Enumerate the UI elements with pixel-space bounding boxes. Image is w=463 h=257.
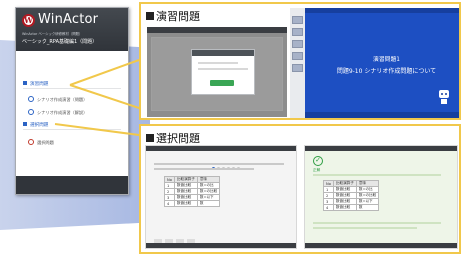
menu-item-label: 選択問題 [37, 140, 54, 145]
table-cell: 数値比較 [332, 204, 357, 211]
table-cell: 数=の比較 [355, 192, 380, 199]
question-text-line [154, 163, 284, 165]
exercise-card-title: 演習問題 [146, 8, 200, 24]
table-cell: 4 [323, 204, 334, 211]
question-text-line [154, 168, 254, 170]
course-panel: W WinActor WinActor ベーシック研修教材（問題） ベーシック_… [15, 7, 129, 195]
quiz-footer [146, 243, 296, 248]
folder-icon [23, 81, 27, 85]
answer-label: 正解 [313, 168, 321, 172]
quiz-titlebar [305, 146, 457, 151]
slide-statusbar [305, 112, 459, 118]
menu-item-label: シナリオ作成演習（解説） [37, 110, 88, 115]
section-exercise[interactable]: 演習問題 [23, 81, 48, 87]
dialog-text-line [198, 68, 248, 70]
menu-item-scenario-answer[interactable]: シナリオ作成演習（解説） [28, 109, 87, 116]
menu-item-scenario-problem[interactable]: シナリオ作成演習（問題） [28, 96, 87, 103]
quiz-titlebar [146, 146, 296, 151]
table-header: 比較演算子 [332, 180, 357, 187]
table-header: 比較演算子 [173, 176, 198, 183]
dialog-ok-button[interactable] [210, 80, 234, 86]
app-header: W WinActor WinActor ベーシック研修教材（問題） ベーシック_… [16, 8, 128, 51]
slide-viewer[interactable]: 演習問題1 問題9-10 シナリオ作成問題について [290, 8, 459, 118]
answer-text-line [313, 174, 441, 176]
choice-card-title-text: 選択問題 [156, 132, 200, 145]
dialog-screenshot[interactable] [147, 27, 287, 117]
robot-icon [439, 90, 449, 104]
menu-item-label: シナリオ作成演習（問題） [37, 97, 88, 102]
document-icon [28, 109, 34, 115]
quiz-question-screenshot[interactable]: No 比較演算子 意味 1 数値比較 数=の比 2 数値比較 数=の比較 3 数値比較 数=以下… [145, 145, 297, 249]
question-progress [212, 155, 242, 170]
section-exercise-label: 演習問題 [30, 82, 49, 87]
slide-subtitle: 問題9-10 シナリオ作成問題について [336, 68, 437, 75]
slide-title: 演習問題1 [373, 57, 400, 63]
choice-card-title: 選択問題 [146, 130, 200, 146]
slide-toolbar [305, 8, 459, 13]
table-cell: 数=の比較 [196, 188, 221, 195]
slide-thumbnail[interactable] [292, 52, 303, 60]
course-breadcrumb: WinActor ベーシック研修教材（問題） [22, 32, 83, 36]
folder-icon [23, 122, 27, 126]
slide-thumbnail[interactable] [292, 64, 303, 72]
winactor-logo-icon: W [22, 14, 35, 27]
section-choice[interactable]: 選択問題 [23, 122, 48, 128]
window-titlebar [147, 27, 287, 33]
exercise-card-title-text: 演習問題 [156, 10, 200, 23]
document-icon [28, 96, 34, 102]
slide-thumbnail[interactable] [292, 40, 303, 48]
pencil-icon [28, 139, 34, 145]
menu-item-choice-question[interactable]: 選択問題 [28, 139, 54, 146]
quiz-footer [305, 243, 457, 248]
quiz-answer-screenshot[interactable]: ✓ 正解 No 比較演算子 意味 1 数値比較 数=の比 2 数値比較 数=の比較 3 数値比… [304, 145, 458, 249]
table-cell: 数 [196, 200, 221, 207]
title-marker-icon [146, 134, 154, 142]
title-marker-icon [146, 12, 154, 20]
explanation-text [313, 220, 449, 234]
slide-thumbnail[interactable] [292, 16, 303, 24]
check-circle-icon: ✓ [313, 156, 323, 166]
divider [23, 88, 121, 89]
slide-thumbnail[interactable] [292, 28, 303, 36]
course-title: ベーシック_RPA基礎編1（問題） [22, 39, 98, 45]
dialog-header [192, 50, 254, 56]
answer-table: No 比較演算子 意味 1 数値比較 数=の比 2 数値比較 数=の比較 3 数値比較 数=以下… [323, 180, 380, 211]
explanation-line [313, 227, 417, 229]
app-logo-text: WinActor [38, 12, 99, 27]
dialog-text-line [198, 62, 238, 64]
dialog-box [191, 49, 255, 95]
panel-footer [16, 176, 128, 194]
slide-thumbnail-strip [290, 8, 305, 118]
table-cell: 数 [355, 204, 380, 211]
divider [23, 129, 121, 130]
explanation-line [313, 222, 441, 224]
table-cell: 数値比較 [173, 200, 198, 207]
section-choice-label: 選択問題 [30, 123, 49, 128]
table-cell: 4 [164, 200, 175, 207]
question-table: No 比較演算子 意味 1 数値比較 数=の比 2 数値比較 数=の比較 3 数値比較 数=以下… [164, 176, 221, 207]
